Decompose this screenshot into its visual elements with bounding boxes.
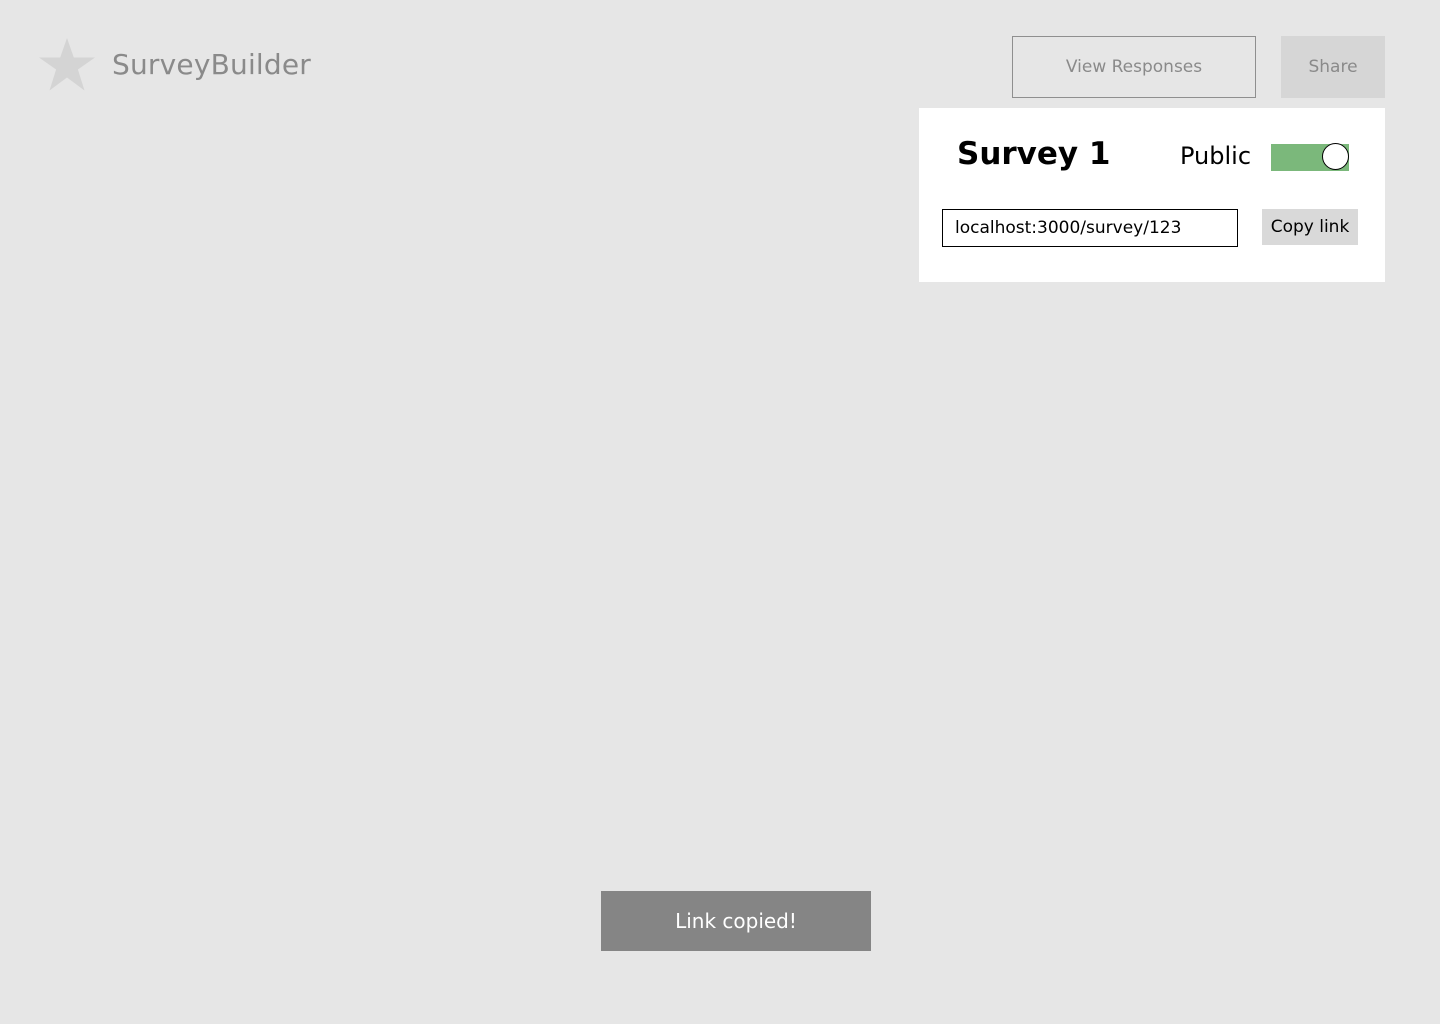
share-panel: Survey 1 Public Copy link <box>919 108 1385 282</box>
share-button[interactable]: Share <box>1281 36 1385 98</box>
survey-link-field[interactable] <box>942 209 1238 247</box>
link-copied-toast: Link copied! <box>601 891 871 951</box>
public-label: Public <box>1180 142 1252 170</box>
star-icon <box>38 38 96 92</box>
public-toggle[interactable] <box>1271 143 1349 171</box>
survey-title: Survey 1 <box>957 136 1111 172</box>
toggle-knob[interactable] <box>1322 143 1349 170</box>
app-title: SurveyBuilder <box>112 48 312 81</box>
copy-link-button[interactable]: Copy link <box>1262 209 1358 245</box>
view-responses-button[interactable]: View Responses <box>1012 36 1256 98</box>
